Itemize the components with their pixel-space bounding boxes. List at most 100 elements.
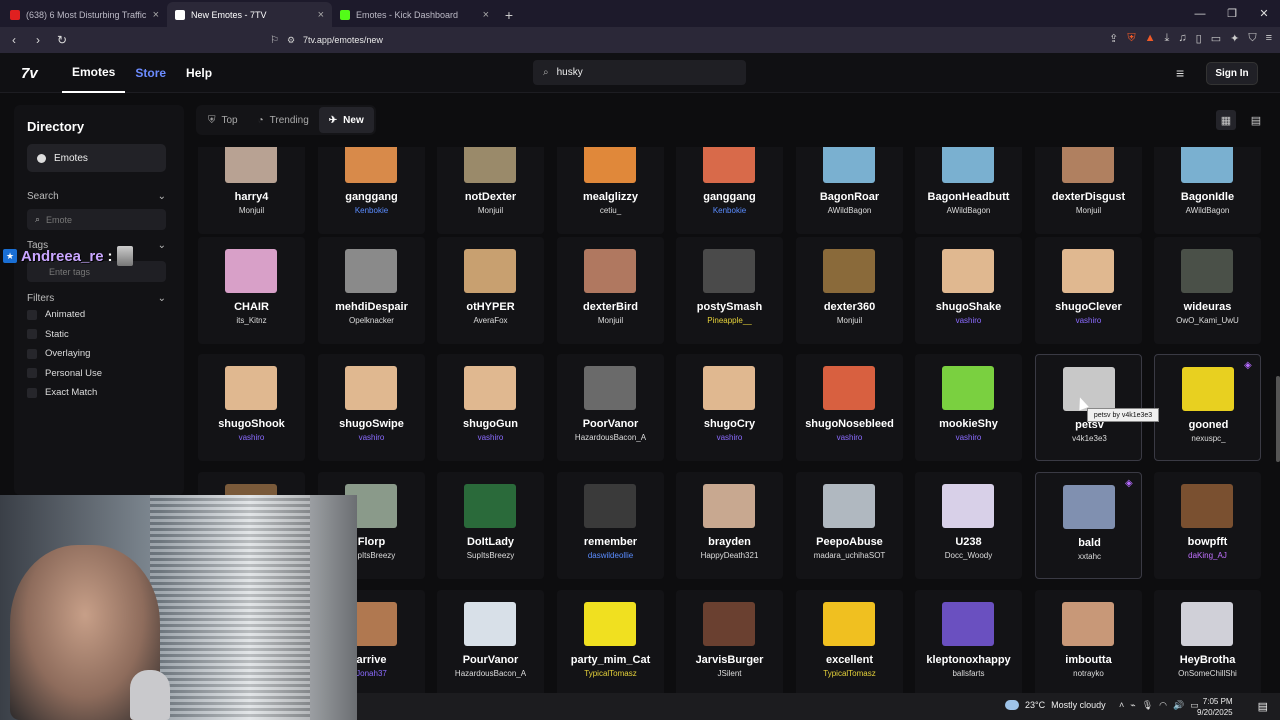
emote-author[interactable]: Monjuil <box>1035 206 1142 215</box>
emote-author[interactable]: madara_uchihaSOT <box>796 551 903 560</box>
7tv-logo[interactable]: 7v <box>21 65 38 82</box>
emote-author[interactable]: SupItsBreezy <box>437 551 544 560</box>
emote-card[interactable]: BagonRoar AWildBagon <box>796 147 903 234</box>
emote-card[interactable]: shugoShake vashiro <box>915 237 1022 344</box>
filter-checkbox[interactable]: Animated <box>27 309 85 320</box>
minimize-icon[interactable]: — <box>1184 0 1216 27</box>
checkbox-icon[interactable] <box>27 368 37 378</box>
bookmark-icon[interactable]: ⚐ <box>270 35 279 46</box>
emote-author[interactable]: HazardousBacon_A <box>557 433 664 442</box>
emote-card[interactable]: shugoSwipe vashiro <box>318 354 425 461</box>
emote-card[interactable]: dexter360 Monjuil <box>796 237 903 344</box>
emote-card[interactable]: shugoCry vashiro <box>676 354 783 461</box>
tab-new[interactable]: ✈ New <box>318 107 374 133</box>
emote-author[interactable]: AveraFox <box>437 316 544 325</box>
emote-author[interactable]: TypicalTomasz <box>557 669 664 678</box>
emote-card[interactable]: otHYPER AveraFox <box>437 237 544 344</box>
menu-icon[interactable]: ≡ <box>1266 32 1272 45</box>
emote-author[interactable]: vashiro <box>437 433 544 442</box>
emote-author[interactable]: AWildBagon <box>915 206 1022 215</box>
emote-author[interactable]: Kenbokie <box>676 206 783 215</box>
tab-trending[interactable]: ◔ Trending <box>248 107 319 133</box>
emote-card[interactable]: wideuras OwO_Kami_UwU <box>1154 237 1261 344</box>
wifi-icon[interactable]: ◠ <box>1159 700 1167 711</box>
close-tab-icon[interactable]: × <box>318 9 324 21</box>
list-view-icon[interactable]: ▤ <box>1246 110 1266 130</box>
emote-card[interactable]: shugoClever vashiro <box>1035 237 1142 344</box>
emote-card[interactable]: gooned nexuspc_ ◈ <box>1154 354 1261 461</box>
emote-author[interactable]: daswildeollie <box>557 551 664 560</box>
reload-icon[interactable]: ↻ <box>52 33 72 47</box>
search-section-toggle[interactable]: Search ⌄ <box>27 191 166 202</box>
emote-card[interactable]: mookieShy vashiro <box>915 354 1022 461</box>
filter-checkbox[interactable]: Overlaying <box>27 348 90 359</box>
emote-card[interactable]: bowpfft daKing_AJ <box>1154 472 1261 579</box>
filters-section-toggle[interactable]: Filters ⌄ <box>27 293 166 304</box>
emote-card[interactable]: PoorVanor HazardousBacon_A <box>557 354 664 461</box>
forward-icon[interactable]: › <box>28 33 48 47</box>
emote-card[interactable]: mealglizzy cetiu_ <box>557 147 664 234</box>
emote-author[interactable]: Opelknacker <box>318 316 425 325</box>
emote-card[interactable]: CHAIR its_Kitnz <box>198 237 305 344</box>
emote-author[interactable]: vashiro <box>198 433 305 442</box>
emote-author[interactable]: notrayko <box>1035 669 1142 678</box>
checkbox-icon[interactable] <box>27 329 37 339</box>
emote-author[interactable]: JSilent <box>676 669 783 678</box>
emote-author[interactable]: daKing_AJ <box>1154 551 1261 560</box>
emote-card[interactable]: PourVanor HazardousBacon_A <box>437 590 544 697</box>
emote-search-input[interactable]: ⌕ Emote <box>27 209 166 230</box>
back-icon[interactable]: ‹ <box>4 33 24 47</box>
emote-card[interactable]: shugoGun vashiro <box>437 354 544 461</box>
emote-author[interactable]: HappyDeath321 <box>676 551 783 560</box>
emote-card[interactable]: DoItLady SupItsBreezy <box>437 472 544 579</box>
filter-checkbox[interactable]: Static <box>27 329 69 340</box>
emote-author[interactable]: AWildBagon <box>796 206 903 215</box>
mic-tray-icon[interactable]: 🎙 <box>1142 700 1153 711</box>
volume-icon[interactable]: 🔊 <box>1173 700 1184 711</box>
emote-card[interactable]: ganggang Kenbokie <box>676 147 783 234</box>
emote-author[interactable]: ballsfarts <box>915 669 1022 678</box>
nav-help[interactable]: Help <box>176 53 222 93</box>
vpn-icon[interactable]: ⛉ <box>1248 32 1256 45</box>
chevron-up-icon[interactable]: ˄ <box>1119 700 1124 711</box>
share-icon[interactable]: ⇪ <box>1109 32 1118 45</box>
emote-card[interactable]: excellent TypicalTomasz <box>796 590 903 697</box>
emote-author[interactable]: OnSomeChillShi <box>1154 669 1261 678</box>
close-tab-icon[interactable]: × <box>483 9 489 21</box>
emote-author[interactable]: xxtahc <box>1036 552 1143 561</box>
sidebar-item-emotes[interactable]: Emotes <box>27 144 166 172</box>
emote-author[interactable]: Kenbokie <box>318 206 425 215</box>
emote-author[interactable]: Monjuil <box>557 316 664 325</box>
emote-card[interactable]: JarvisBurger JSilent <box>676 590 783 697</box>
emote-card[interactable]: brayden HappyDeath321 <box>676 472 783 579</box>
music-icon[interactable]: ♫ <box>1178 32 1186 45</box>
sign-in-button[interactable]: Sign In <box>1206 62 1258 85</box>
emote-author[interactable]: Monjuil <box>437 206 544 215</box>
weather-widget[interactable]: 23°C Mostly cloudy <box>1005 700 1106 710</box>
close-window-icon[interactable]: ✕ <box>1248 0 1280 27</box>
network-icon[interactable]: ⌁ <box>1130 700 1135 711</box>
filter-checkbox[interactable]: Exact Match <box>27 387 97 398</box>
emote-author[interactable]: Monjuil <box>796 316 903 325</box>
emote-card[interactable]: shugoNosebleed vashiro <box>796 354 903 461</box>
emote-card[interactable]: bald xxtahc ◈ <box>1035 472 1142 579</box>
emote-author[interactable]: vashiro <box>915 433 1022 442</box>
emote-card[interactable]: HeyBrotha OnSomeChillShi <box>1154 590 1261 697</box>
emote-author[interactable]: vashiro <box>1035 316 1142 325</box>
rewards-icon[interactable]: ▲ <box>1145 32 1156 45</box>
emote-card[interactable]: mehdiDespair Opelknacker <box>318 237 425 344</box>
filter-checkbox[interactable]: Personal Use <box>27 368 102 379</box>
emote-author[interactable]: vashiro <box>318 433 425 442</box>
checkbox-icon[interactable] <box>27 309 37 320</box>
tab-top[interactable]: ⛨ Top <box>198 107 248 133</box>
emote-card[interactable]: dexterDisgust Monjuil <box>1035 147 1142 234</box>
emote-card[interactable]: notDexter Monjuil <box>437 147 544 234</box>
restore-icon[interactable]: ❐ <box>1216 0 1248 27</box>
nav-emotes[interactable]: Emotes <box>62 53 126 93</box>
emote-author[interactable]: Docc_Woody <box>915 551 1022 560</box>
site-info-icon[interactable]: ⚙ <box>287 35 295 46</box>
emote-author[interactable]: vashiro <box>796 433 903 442</box>
emote-author[interactable]: HazardousBacon_A <box>437 669 544 678</box>
emote-card[interactable]: BagonHeadbutt AWildBagon <box>915 147 1022 234</box>
emote-author[interactable]: AWildBagon <box>1154 206 1261 215</box>
